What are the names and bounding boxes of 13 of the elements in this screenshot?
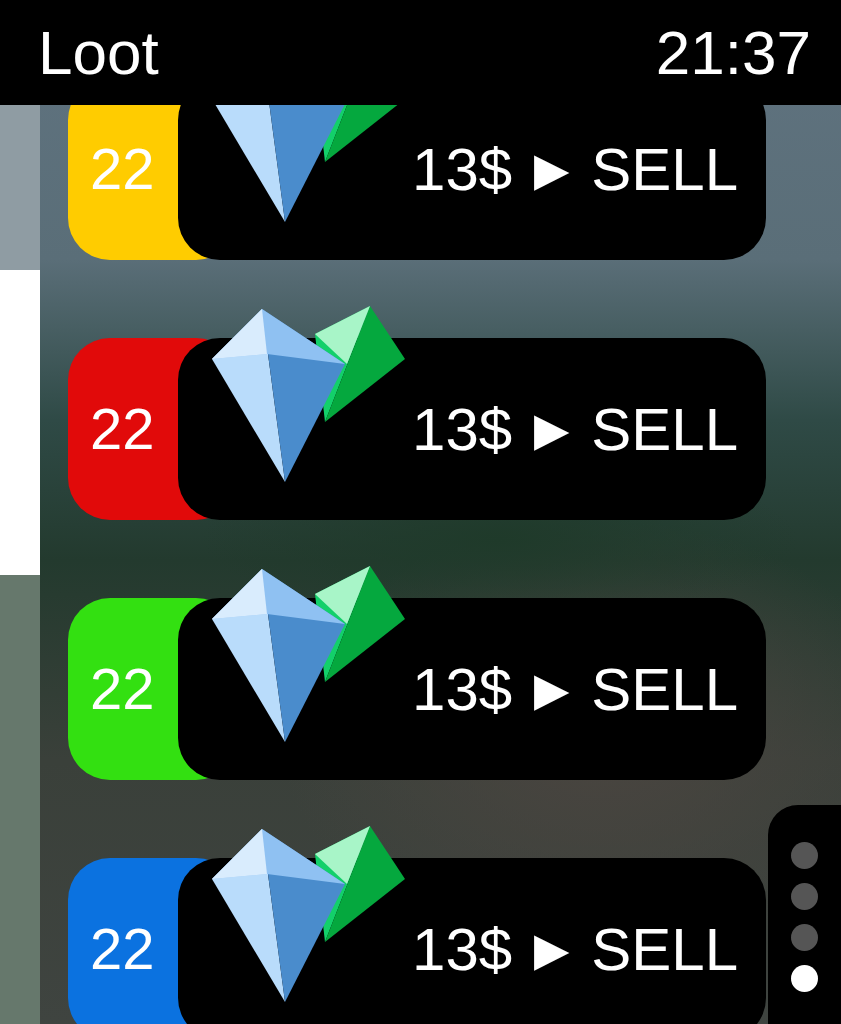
page-dot[interactable]	[791, 842, 818, 869]
gem-icon	[212, 824, 407, 1004]
page-dot[interactable]	[791, 883, 818, 910]
clock-time: 21:37	[655, 17, 811, 88]
sell-button[interactable]: 13$ ▶ SELL	[404, 384, 746, 474]
gem-icon	[212, 304, 407, 484]
gem-icon	[212, 564, 407, 744]
sell-button[interactable]: 13$ ▶ SELL	[404, 904, 746, 994]
page-dot[interactable]	[791, 924, 818, 951]
page-dot[interactable]	[791, 965, 818, 992]
screen-title: Loot	[38, 17, 159, 88]
sell-button[interactable]: 13$ ▶ SELL	[404, 644, 746, 734]
sell-button[interactable]: 13$ ▶ SELL	[404, 124, 746, 214]
